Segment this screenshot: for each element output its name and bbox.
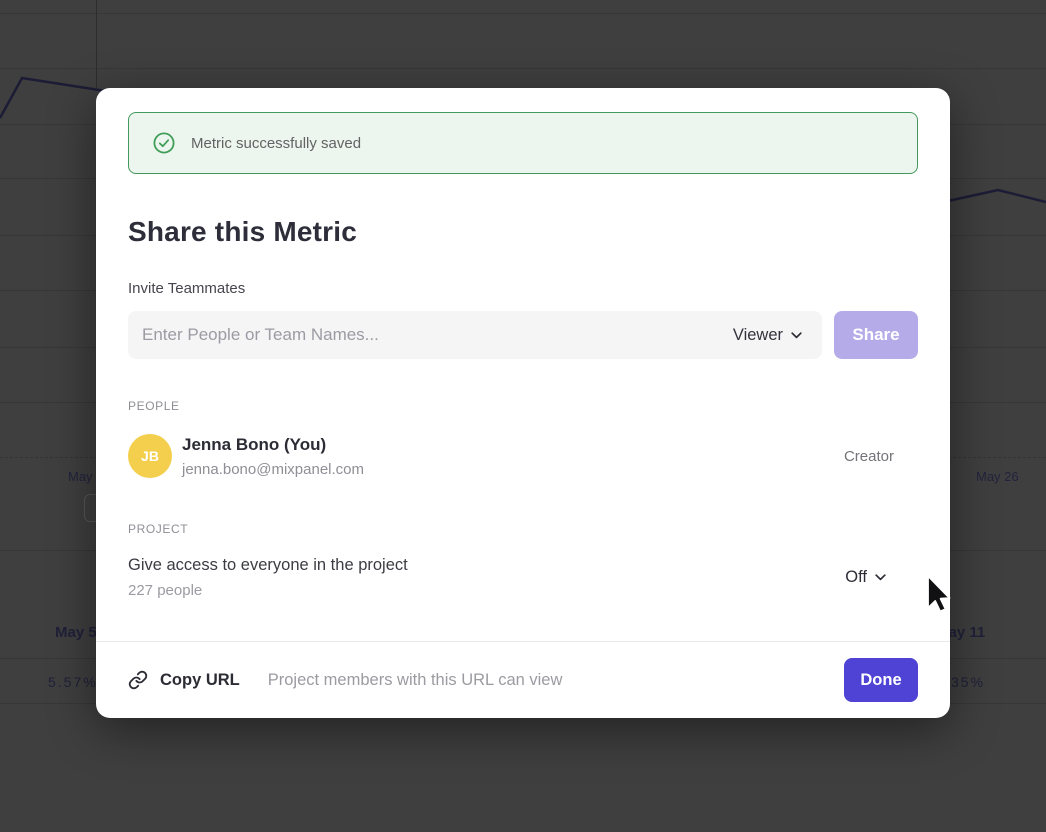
chevron-down-icon (791, 332, 802, 339)
modal-title: Share this Metric (128, 216, 918, 248)
invite-teammates-label: Invite Teammates (128, 280, 918, 297)
x-axis-label-left: May (68, 469, 93, 484)
table-value-left: 5.57% (48, 674, 98, 690)
project-access-dropdown-value: Off (845, 568, 867, 587)
success-toast: Metric successfully saved (128, 112, 918, 174)
project-section-label: PROJECT (128, 522, 918, 536)
role-dropdown[interactable]: Viewer (733, 326, 802, 345)
invite-input-container: Viewer (128, 311, 822, 359)
check-circle-icon (153, 132, 175, 154)
x-axis-label-right: May 26 (976, 469, 1019, 484)
done-button[interactable]: Done (844, 658, 918, 702)
toast-message: Metric successfully saved (191, 135, 361, 152)
table-value-right: 35% (951, 674, 985, 690)
share-button[interactable]: Share (834, 311, 918, 359)
invite-row: Viewer Share (128, 311, 918, 359)
people-section-label: PEOPLE (128, 399, 918, 413)
project-access-text: Give access to everyone in the project 2… (128, 556, 408, 599)
person-role: Creator (844, 448, 894, 465)
role-dropdown-value: Viewer (733, 326, 783, 345)
link-icon (128, 670, 148, 690)
person-row: JB Jenna Bono (You) jenna.bono@mixpanel.… (128, 434, 918, 478)
modal-footer: Copy URL Project members with this URL c… (96, 641, 950, 718)
project-access-subtitle: 227 people (128, 582, 408, 599)
avatar: JB (128, 434, 172, 478)
person-name: Jenna Bono (You) (182, 435, 364, 455)
invite-input[interactable] (142, 325, 733, 345)
share-metric-modal: Metric successfully saved Share this Met… (96, 88, 950, 718)
project-access-dropdown[interactable]: Off (845, 568, 886, 587)
person-info: Jenna Bono (You) jenna.bono@mixpanel.com (182, 435, 364, 478)
chevron-down-icon (875, 574, 886, 581)
project-access-row: Give access to everyone in the project 2… (128, 556, 918, 599)
project-access-title: Give access to everyone in the project (128, 556, 408, 575)
person-email: jenna.bono@mixpanel.com (182, 461, 364, 478)
copy-url-hint: Project members with this URL can view (268, 671, 563, 690)
copy-url-button[interactable]: Copy URL (160, 671, 240, 690)
table-header-left: May 5 (55, 624, 97, 641)
